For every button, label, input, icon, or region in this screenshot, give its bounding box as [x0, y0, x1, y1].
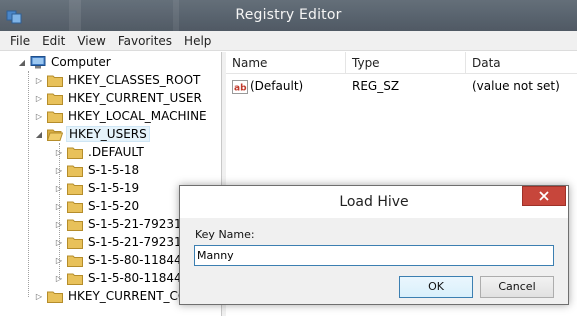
tree-item-label: HKEY_CLASSES_ROOT — [68, 73, 201, 87]
expand-arrow-icon[interactable]: ▷ — [53, 197, 65, 215]
registry-editor-window: Registry Editor File Edit View Favorites… — [0, 0, 577, 316]
dialog-body: Key Name: OK Cancel — [180, 218, 568, 304]
folder-icon — [67, 147, 83, 159]
ok-button[interactable]: OK — [399, 276, 473, 298]
menu-bar: File Edit View Favorites Help — [0, 31, 577, 51]
tree-item-hkey-users[interactable]: ◢ HKEY_USERS — [33, 125, 150, 143]
key-name-input[interactable] — [194, 245, 554, 266]
tree-item-hkey-classes-root[interactable]: ▷ HKEY_CLASSES_ROOT — [33, 71, 202, 89]
string-value-icon: ab — [232, 79, 248, 94]
column-header-name[interactable]: Name — [226, 52, 346, 74]
tree-item-hkey-current-config[interactable]: ▷ HKEY_CURRENT_CO — [33, 287, 189, 305]
tree-item-label: S-1-5-18 — [88, 163, 140, 177]
menu-help[interactable]: Help — [178, 31, 217, 51]
tree-item-computer[interactable]: ◢ Computer — [16, 53, 113, 71]
value-name-cell: ab (Default) — [232, 76, 303, 96]
collapse-arrow-icon[interactable]: ◢ — [33, 125, 45, 143]
tree-item-s-1-5-21-b[interactable]: ▷ S-1-5-21-7923115 — [53, 233, 199, 251]
menu-favorites[interactable]: Favorites — [112, 31, 178, 51]
value-type: REG_SZ — [352, 79, 400, 93]
list-header: Name Type Data — [226, 52, 577, 74]
tree-item-label: HKEY_LOCAL_MACHINE — [68, 109, 207, 123]
folder-icon — [47, 75, 63, 87]
tree-item-s-1-5-21-a[interactable]: ▷ S-1-5-21-7923115 — [53, 215, 199, 233]
expand-arrow-icon[interactable]: ▷ — [53, 179, 65, 197]
folder-icon — [47, 111, 63, 123]
expand-arrow-icon[interactable]: ▷ — [53, 269, 65, 287]
expand-arrow-icon[interactable]: ▷ — [53, 215, 65, 233]
column-header-type[interactable]: Type — [346, 52, 466, 74]
open-folder-icon — [47, 129, 63, 141]
folder-icon — [67, 201, 83, 213]
folder-icon — [67, 183, 83, 195]
tree-item-label: S-1-5-19 — [88, 181, 140, 195]
expand-arrow-icon[interactable]: ▷ — [33, 89, 45, 107]
expand-arrow-icon[interactable]: ▷ — [53, 233, 65, 251]
tree-item-label: Computer — [51, 55, 111, 69]
dialog-titlebar[interactable]: Load Hive — [180, 186, 568, 218]
folder-icon — [67, 219, 83, 231]
tree-guide-line — [28, 71, 29, 297]
window-title: Registry Editor — [235, 7, 342, 23]
tree-item-label: S-1-5-20 — [88, 199, 140, 213]
close-icon — [539, 191, 549, 201]
menu-view[interactable]: View — [71, 31, 111, 51]
key-name-label: Key Name: — [195, 228, 255, 241]
folder-icon — [67, 273, 83, 285]
tree-item-default[interactable]: ▷ .DEFAULT — [53, 143, 146, 161]
dialog-close-button[interactable] — [522, 186, 566, 206]
tree-item-s-1-5-80-b[interactable]: ▷ S-1-5-80-1184457 — [53, 269, 199, 287]
expand-arrow-icon[interactable]: ▷ — [53, 161, 65, 179]
list-item[interactable]: ab (Default) REG_SZ (value not set) — [226, 76, 577, 96]
expand-arrow-icon[interactable]: ▷ — [33, 71, 45, 89]
menu-file[interactable]: File — [4, 31, 36, 51]
folder-icon — [67, 165, 83, 177]
tree-item-label: HKEY_USERS — [66, 126, 150, 142]
expand-arrow-icon[interactable]: ▷ — [53, 251, 65, 269]
computer-icon — [30, 55, 46, 68]
tree-item-hkey-current-user[interactable]: ▷ HKEY_CURRENT_USER — [33, 89, 204, 107]
tree-item-label: .DEFAULT — [88, 145, 144, 159]
value-data: (value not set) — [472, 79, 560, 93]
expand-arrow-icon[interactable]: ▷ — [33, 107, 45, 125]
svg-text:ab: ab — [234, 83, 247, 93]
value-name: (Default) — [250, 79, 304, 93]
tree-item-hkey-local-machine[interactable]: ▷ HKEY_LOCAL_MACHINE — [33, 107, 209, 125]
tree-item-s-1-5-18[interactable]: ▷ S-1-5-18 — [53, 161, 141, 179]
folder-icon — [47, 291, 63, 303]
column-header-data[interactable]: Data — [466, 52, 577, 74]
cancel-button[interactable]: Cancel — [480, 276, 554, 298]
tree-item-s-1-5-80-a[interactable]: ▷ S-1-5-80-1184457 — [53, 251, 199, 269]
expand-arrow-icon[interactable]: ▷ — [53, 143, 65, 161]
folder-icon — [67, 237, 83, 249]
dialog-title: Load Hive — [339, 194, 409, 210]
tree-item-label: HKEY_CURRENT_CO — [68, 289, 188, 303]
folder-icon — [47, 93, 63, 105]
window-titlebar[interactable]: Registry Editor — [0, 0, 577, 31]
tree-item-label: HKEY_CURRENT_USER — [68, 91, 202, 105]
collapse-arrow-icon[interactable]: ◢ — [16, 53, 28, 71]
load-hive-dialog: Load Hive Key Name: OK Cancel — [179, 185, 569, 305]
expand-arrow-icon[interactable]: ▷ — [33, 287, 45, 305]
menu-edit[interactable]: Edit — [36, 31, 71, 51]
folder-icon — [67, 255, 83, 267]
tree-item-s-1-5-20[interactable]: ▷ S-1-5-20 — [53, 197, 141, 215]
tree-item-s-1-5-19[interactable]: ▷ S-1-5-19 — [53, 179, 141, 197]
